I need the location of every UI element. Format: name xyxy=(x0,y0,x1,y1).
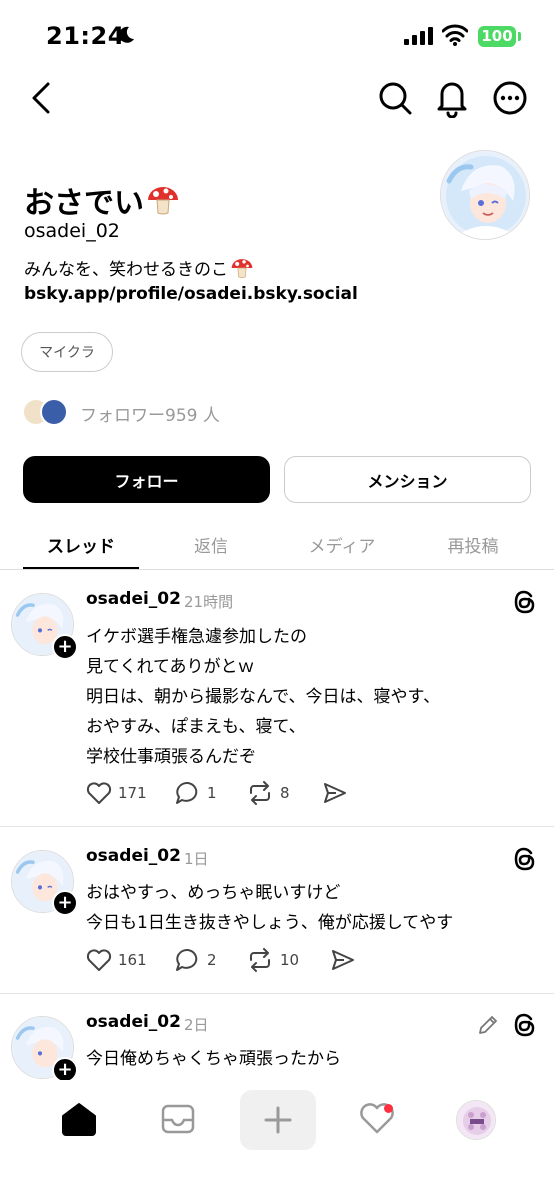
post-author[interactable]: osadei_02 xyxy=(86,589,181,609)
create-post-button[interactable] xyxy=(240,1090,316,1150)
post-time: 21時間 xyxy=(184,593,234,611)
follow-plus-badge[interactable]: + xyxy=(52,634,78,660)
battery-indicator: 100 xyxy=(478,26,516,47)
mushroom-icon xyxy=(231,258,253,278)
repost-count: 10 xyxy=(280,951,300,969)
moon-icon xyxy=(119,26,134,43)
post-text-line: 今日も1日生き抜きやしょう、俺が応援してやす xyxy=(86,913,454,933)
tab-media[interactable]: メディア xyxy=(282,532,402,557)
repost-count: 8 xyxy=(280,784,290,802)
like-button[interactable]: 171 xyxy=(86,781,147,805)
back-icon[interactable] xyxy=(26,78,58,118)
post-divider xyxy=(0,993,554,994)
share-icon[interactable] xyxy=(330,948,356,972)
post-divider xyxy=(0,826,554,827)
profile-name: おさでい xyxy=(24,178,180,222)
tab-reposts[interactable]: 再投稿 xyxy=(413,532,533,557)
repost-button[interactable]: 10 xyxy=(246,948,299,972)
plus-icon xyxy=(264,1106,292,1134)
repost-button[interactable]: 8 xyxy=(246,781,290,805)
follower-avatars[interactable] xyxy=(22,398,74,428)
bell-icon[interactable] xyxy=(434,78,470,118)
profile-name-text: おさでい xyxy=(24,186,144,221)
post-text-line: おやすみ、ぽまえも、寝て、 xyxy=(86,717,306,737)
heart-icon xyxy=(86,782,112,804)
profile-bio: みんなを、笑わせるきのこ xyxy=(24,255,254,280)
post-text-line: おはやすっ、めっちゃ眠いすけど xyxy=(86,883,341,903)
profile-tabs: スレッド 返信 メディア 再投稿 xyxy=(0,520,554,570)
battery-tip xyxy=(518,32,521,41)
inbox-icon[interactable] xyxy=(160,1102,196,1136)
battery-level: 100 xyxy=(481,27,513,45)
profile-bio-text: みんなを、笑わせるきのこ xyxy=(24,260,228,280)
comment-icon xyxy=(176,948,198,971)
status-bar: 21:24 100 xyxy=(0,0,554,70)
threads-icon[interactable] xyxy=(512,589,538,615)
profile-avatar[interactable] xyxy=(440,150,530,240)
reply-count: 1 xyxy=(207,784,217,802)
repost-icon xyxy=(250,781,270,805)
profile-handle: osadei_02 xyxy=(24,220,120,242)
reply-button[interactable]: 1 xyxy=(175,781,217,805)
profile-link[interactable]: bsky.app/profile/osadei.bsky.social xyxy=(24,284,358,304)
post-time: 1日 xyxy=(184,850,209,868)
share-icon[interactable] xyxy=(322,781,348,805)
home-icon[interactable] xyxy=(60,1100,98,1138)
threads-icon[interactable] xyxy=(512,1012,538,1038)
notification-dot xyxy=(384,1104,393,1113)
follower-avatar xyxy=(40,398,68,426)
repost-icon xyxy=(250,948,270,972)
reply-count: 2 xyxy=(207,951,217,969)
threads-icon[interactable] xyxy=(512,846,538,872)
wifi-icon xyxy=(442,24,468,46)
post-author[interactable]: osadei_02 xyxy=(86,846,181,866)
post-author[interactable]: osadei_02 xyxy=(86,1012,181,1032)
status-time: 21:24 xyxy=(46,22,125,50)
like-button[interactable]: 161 xyxy=(86,948,147,972)
heart-icon xyxy=(86,949,112,971)
mushroom-icon xyxy=(148,187,178,215)
reply-button[interactable]: 2 xyxy=(175,948,217,972)
post-text-line: 今日俺めちゃくちゃ頑張ったから xyxy=(86,1049,341,1069)
bottom-navigation xyxy=(0,1080,554,1199)
more-options-icon[interactable] xyxy=(492,80,528,116)
comment-icon xyxy=(176,781,198,804)
profile-tab-avatar[interactable] xyxy=(456,1100,496,1140)
active-tab-indicator xyxy=(23,567,139,569)
tag-chip[interactable]: マイクラ xyxy=(21,332,113,372)
post-text-line: 学校仕事頑張るんだぞ xyxy=(86,747,256,767)
like-count: 171 xyxy=(118,784,147,802)
edit-pencil-icon[interactable] xyxy=(476,1013,500,1037)
post-text-line: 明日は、朝から撮影なんで、今日は、寝やす、 xyxy=(86,687,441,707)
follow-button[interactable]: フォロー xyxy=(23,456,270,503)
follower-count[interactable]: フォロワー959 人 xyxy=(80,401,220,426)
mention-button[interactable]: メンション xyxy=(284,456,531,503)
tab-replies[interactable]: 返信 xyxy=(151,532,271,557)
post-text-line: 見てくれてありがとｗ xyxy=(86,657,255,677)
tab-threads[interactable]: スレッド xyxy=(21,532,141,557)
search-icon[interactable] xyxy=(377,80,413,116)
signal-icon xyxy=(404,27,433,45)
follow-plus-badge[interactable]: + xyxy=(52,890,78,916)
post-text-line: イケボ選手権急遽参加したの xyxy=(86,627,307,647)
post-time: 2日 xyxy=(184,1016,209,1034)
like-count: 161 xyxy=(118,951,147,969)
